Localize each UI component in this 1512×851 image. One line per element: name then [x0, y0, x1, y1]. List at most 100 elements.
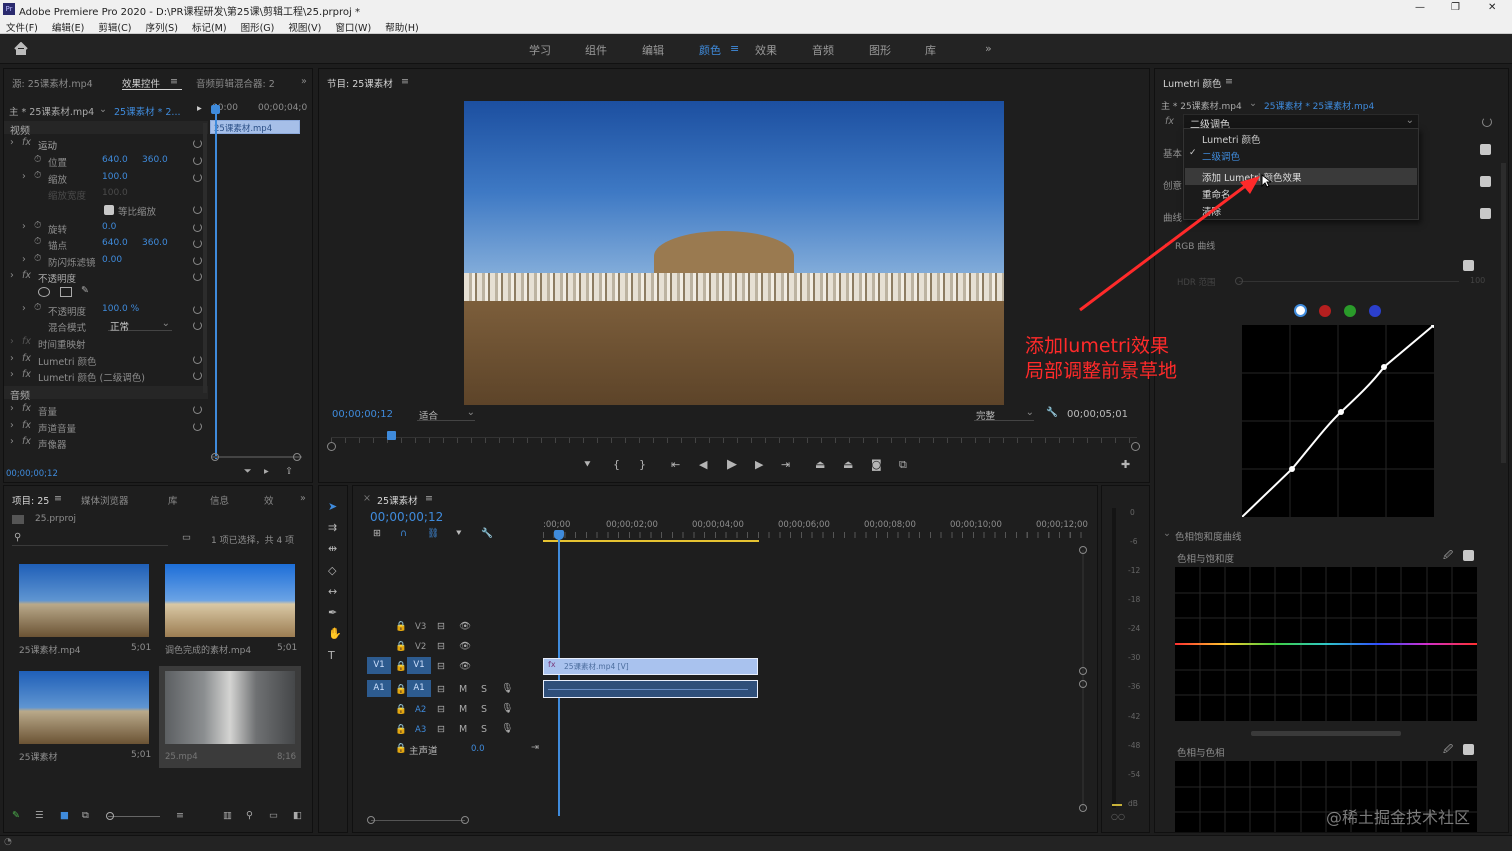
fx-icon[interactable]: fx [22, 270, 31, 281]
selection-tool-icon[interactable]: ➤ [328, 500, 337, 513]
workspace-learn[interactable]: 学习 [529, 42, 551, 58]
reset-icon[interactable] [193, 371, 202, 380]
sync-icon[interactable]: ⊟ [437, 621, 445, 632]
quality-select[interactable]: 完整 ⌄ [974, 407, 1034, 422]
source-patch-a1[interactable]: A1 [367, 680, 391, 697]
menu-file[interactable]: 文件(F) [6, 23, 38, 34]
stopwatch-icon[interactable]: ⏱ [34, 220, 41, 231]
fit-select[interactable]: 适合 ⌄ [417, 407, 475, 422]
position-x[interactable]: 640.0 [102, 155, 128, 165]
scroll-handle[interactable] [293, 453, 301, 461]
item-name[interactable]: 25.mp4 [165, 752, 198, 762]
timeline-hscroll[interactable] [371, 820, 465, 821]
thumbnail[interactable] [165, 564, 295, 637]
reset-icon[interactable] [193, 139, 202, 148]
scroll-handle[interactable] [1079, 804, 1087, 812]
reset-icon[interactable] [193, 321, 202, 330]
rectangle-mask-icon[interactable] [60, 287, 72, 297]
reset-icon[interactable] [193, 173, 202, 182]
lock-icon[interactable]: 🔒 [395, 661, 407, 672]
go-to-out-icon[interactable]: ⇥ [781, 458, 790, 471]
reset-icon[interactable] [1482, 117, 1492, 127]
hue-vs-sat-graph[interactable] [1175, 567, 1477, 721]
eyedropper-icon[interactable]: 🖉 [1443, 548, 1453, 564]
reset-icon[interactable] [193, 256, 202, 265]
program-time-ruler[interactable] [331, 437, 1137, 443]
track-label-a1[interactable]: A1 [407, 680, 431, 697]
ellipse-mask-icon[interactable] [38, 287, 50, 297]
program-playhead[interactable] [387, 431, 396, 440]
track-label-v1[interactable]: V1 [407, 657, 431, 674]
reset-icon[interactable] [193, 272, 202, 281]
step-back-icon[interactable]: ◀ [699, 458, 707, 471]
hue-vs-hue-checkbox[interactable] [1463, 744, 1474, 755]
eye-icon[interactable]: 👁 [459, 661, 471, 672]
panel-menu-icon[interactable]: ≡ [54, 493, 62, 504]
track-label-v2[interactable]: V2 [415, 642, 426, 652]
menu-edit[interactable]: 编辑(E) [52, 23, 84, 34]
menu-sequence[interactable]: 序列(S) [145, 23, 177, 34]
lock-icon[interactable]: 🔒 [395, 684, 407, 695]
eye-icon[interactable]: 👁 [459, 621, 471, 632]
section-checkbox[interactable] [1480, 144, 1491, 155]
tab-project[interactable]: 项目: 25 [12, 493, 49, 507]
solo-icon[interactable]: ○○ [1111, 812, 1125, 821]
new-item-icon[interactable]: ◧ [293, 810, 302, 821]
panel-menu-icon[interactable]: ≡ [401, 76, 409, 87]
effect-opacity[interactable]: 不透明度 [38, 271, 76, 285]
type-tool-icon[interactable]: T [328, 649, 335, 662]
timeline-ruler[interactable]: :00;00 00;00;02;00 00;00;04;00 00;00;06;… [543, 520, 1088, 542]
overflow-icon[interactable]: » [985, 42, 992, 55]
source-patch-v1[interactable]: V1 [367, 657, 391, 674]
master-track-value[interactable]: 0.0 [471, 744, 485, 754]
workspace-graphics[interactable]: 图形 [869, 42, 891, 58]
effect-lumetri-secondary[interactable]: Lumetri 颜色 (二级调色) [38, 370, 145, 384]
rgb-curve-checkbox[interactable] [1463, 260, 1474, 271]
section-checkbox[interactable] [1480, 208, 1491, 219]
lock-icon[interactable]: 🔒 [395, 704, 407, 715]
track-select-tool-icon[interactable]: ⇉ [328, 521, 337, 534]
anchor-y[interactable]: 360.0 [142, 238, 168, 248]
timeline-timecode[interactable]: 00;00;00;12 [370, 510, 443, 524]
red-channel-button[interactable] [1319, 305, 1331, 317]
fx-icon[interactable]: fx [22, 353, 31, 364]
track-label-a3[interactable]: A3 [415, 725, 426, 735]
menu-item-lumetri[interactable]: Lumetri 颜色 [1202, 132, 1261, 146]
program-video-frame[interactable] [464, 101, 1004, 405]
blue-channel-button[interactable] [1369, 305, 1381, 317]
ec-playhead[interactable] [215, 104, 217, 459]
green-channel-button[interactable] [1344, 305, 1356, 317]
restore-button[interactable]: ❐ [1451, 2, 1460, 13]
sort-icon[interactable]: ≡ [176, 810, 184, 821]
sync-icon[interactable]: ⊟ [437, 724, 445, 735]
sync-icon[interactable]: ⊟ [437, 641, 445, 652]
section-basic[interactable]: 基本 [1163, 146, 1182, 160]
stopwatch-icon[interactable]: ⏱ [34, 236, 41, 247]
scroll-handle[interactable] [461, 816, 469, 824]
workspace-libraries[interactable]: 库 [925, 42, 936, 58]
position-y[interactable]: 360.0 [142, 155, 168, 165]
effect-panner[interactable]: 声像器 [38, 437, 67, 451]
panel-overflow-icon[interactable]: » [301, 76, 307, 87]
fx-icon[interactable]: fx [22, 420, 31, 431]
lock-icon[interactable]: 🔒 [395, 621, 407, 632]
workspace-audio[interactable]: 音频 [812, 42, 834, 58]
menu-clip[interactable]: 剪辑(C) [98, 23, 131, 34]
luma-channel-button[interactable] [1294, 304, 1307, 317]
chevron-down-icon[interactable]: ⌄ [99, 104, 107, 115]
hand-tool-icon[interactable]: ✋ [328, 627, 342, 640]
step-forward-icon[interactable]: ▶ [755, 458, 763, 471]
anti-flicker-value[interactable]: 0.00 [102, 255, 122, 265]
go-to-end-icon[interactable]: ⇥ [531, 742, 539, 753]
scroll-handle[interactable] [367, 816, 375, 824]
add-marker-icon[interactable]: ⯆ [455, 528, 463, 539]
export-icon[interactable]: ⇪ [285, 466, 293, 477]
uniform-scale-checkbox[interactable] [104, 205, 114, 215]
scroll-handle[interactable] [211, 453, 219, 461]
hue-vs-sat-checkbox[interactable] [1463, 550, 1474, 561]
freeform-view-icon[interactable]: ⧉ [82, 810, 89, 821]
work-area-bar[interactable] [543, 540, 759, 542]
panel-menu-icon[interactable]: ≡ [1225, 76, 1233, 87]
microphone-icon[interactable]: 🎙 [501, 703, 513, 714]
slip-tool-icon[interactable]: ↔ [328, 585, 337, 598]
